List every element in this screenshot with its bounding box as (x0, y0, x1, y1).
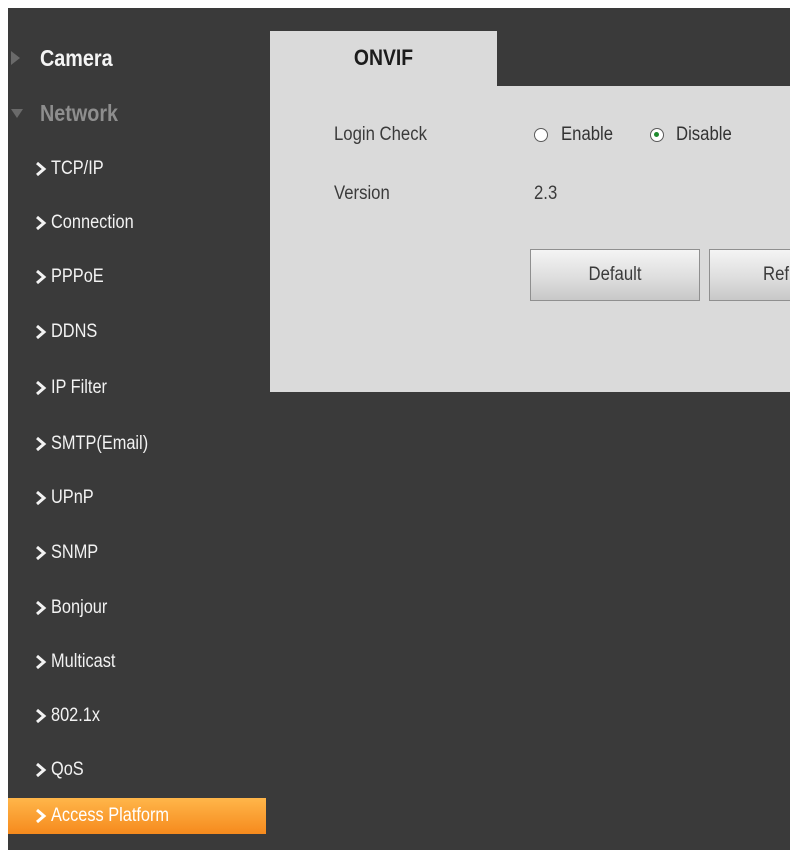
login-check-disable-label[interactable]: Disable (676, 124, 732, 146)
refresh-button[interactable]: Refresh (709, 249, 790, 301)
default-button[interactable]: Default (530, 249, 700, 301)
login-check-disable-radio[interactable] (650, 128, 664, 142)
sidebar-item-ddns[interactable]: DDNS (8, 314, 266, 350)
sidebar-item-bonjour[interactable]: Bonjour (8, 590, 266, 626)
sidebar-section-label: Camera (40, 44, 113, 71)
sidebar-item-label: Multicast (51, 651, 116, 672)
chevron-right-icon (36, 600, 47, 616)
default-button-label: Default (588, 264, 642, 285)
sidebar-item-tcpip[interactable]: TCP/IP (8, 151, 266, 187)
chevron-right-icon (36, 545, 47, 561)
tab-onvif[interactable]: ONVIF (270, 31, 497, 87)
chevron-right-icon (36, 161, 47, 177)
chevron-right-icon (36, 380, 47, 396)
sidebar: Camera Network TCP/IP Connection PPPoE D… (8, 8, 266, 850)
sidebar-item-label: Bonjour (51, 597, 108, 618)
sidebar-item-label: Access Platform (51, 805, 170, 826)
chevron-right-icon (36, 708, 47, 724)
login-check-enable-label[interactable]: Enable (561, 124, 613, 146)
login-check-enable-radio[interactable] (534, 128, 548, 142)
chevron-right-icon (36, 324, 47, 340)
triangle-down-icon (11, 109, 23, 118)
sidebar-item-smtp-email[interactable]: SMTP(Email) (8, 426, 266, 462)
chevron-right-icon (36, 808, 47, 824)
version-label: Version (334, 183, 390, 204)
sidebar-item-label: UPnP (51, 487, 94, 508)
sidebar-item-802-1x[interactable]: 802.1x (8, 698, 266, 734)
refresh-button-label: Refresh (763, 264, 790, 285)
sidebar-section-label: Network (40, 99, 119, 126)
sidebar-item-label: DDNS (51, 321, 98, 342)
sidebar-item-label: SMTP(Email) (51, 433, 149, 454)
login-check-label: Login Check (334, 124, 427, 145)
sidebar-section-network[interactable]: Network (8, 88, 266, 138)
sidebar-item-pppoe[interactable]: PPPoE (8, 259, 266, 295)
triangle-right-icon (11, 51, 20, 65)
sidebar-item-label: 802.1x (51, 705, 101, 726)
sidebar-item-qos[interactable]: QoS (8, 752, 266, 788)
sidebar-item-label: QoS (51, 759, 84, 780)
chevron-right-icon (36, 762, 47, 778)
sidebar-item-multicast[interactable]: Multicast (8, 644, 266, 680)
sidebar-section-camera[interactable]: Camera (8, 33, 266, 83)
version-value: 2.3 (534, 183, 558, 204)
sidebar-item-connection[interactable]: Connection (8, 205, 266, 241)
chevron-right-icon (36, 269, 47, 285)
chevron-right-icon (36, 215, 47, 231)
chevron-right-icon (36, 436, 47, 452)
sidebar-item-snmp[interactable]: SNMP (8, 535, 266, 571)
sidebar-item-label: Connection (51, 212, 134, 233)
onvif-settings-panel: Login Check Enable Disable Version 2.3 D… (270, 86, 790, 392)
tab-label: ONVIF (353, 45, 414, 70)
sidebar-item-ip-filter[interactable]: IP Filter (8, 370, 266, 406)
sidebar-item-upnp[interactable]: UPnP (8, 480, 266, 516)
sidebar-item-label: PPPoE (51, 266, 104, 287)
chevron-right-icon (36, 490, 47, 506)
sidebar-item-label: IP Filter (51, 377, 107, 398)
sidebar-item-access-platform[interactable]: Access Platform (8, 798, 266, 834)
chevron-right-icon (36, 654, 47, 670)
app-window: Camera Network TCP/IP Connection PPPoE D… (8, 8, 790, 850)
sidebar-item-label: TCP/IP (51, 158, 104, 179)
sidebar-item-label: SNMP (51, 542, 99, 563)
